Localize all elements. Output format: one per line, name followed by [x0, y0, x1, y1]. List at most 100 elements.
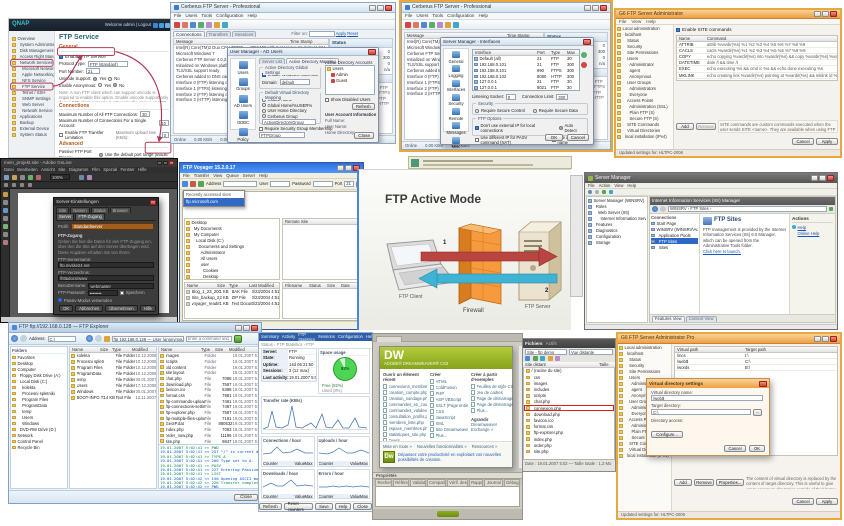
resize-grip[interactable]	[437, 511, 459, 517]
tree-item[interactable]: Floppy Disk Drive (A:)	[12, 372, 66, 378]
properties-tab[interactable]: Propriétés	[376, 473, 397, 478]
col-message[interactable]: Message	[174, 39, 290, 44]
radio[interactable]	[262, 109, 266, 113]
results-tab[interactable]: Référence	[393, 479, 409, 485]
forward-icon[interactable]	[595, 190, 599, 194]
delete-icon[interactable]	[413, 22, 419, 28]
menu-item[interactable]: Site	[58, 167, 65, 172]
browse-button[interactable]: ...	[753, 409, 762, 416]
users-icon[interactable]	[190, 22, 196, 28]
tab-transfers[interactable]: Transfers	[206, 31, 231, 37]
close-button[interactable]: Close	[234, 494, 258, 501]
anon-yes-radio[interactable]	[98, 83, 102, 87]
dialog-tab[interactable]: Server	[56, 213, 74, 219]
minimize-button[interactable]	[369, 5, 376, 11]
maximize-button[interactable]	[345, 165, 352, 171]
results-tab[interactable]: Validation	[410, 479, 426, 485]
launch-link[interactable]: Click here to launch.	[703, 249, 786, 254]
directory-input[interactable]: /httpdocs/www	[58, 275, 154, 281]
settings-icon[interactable]	[437, 22, 443, 28]
qnap-welcome[interactable]: Welcome admin | Logout	[105, 22, 151, 27]
address-input[interactable]	[223, 181, 257, 187]
apply-button[interactable]: Apply	[816, 138, 838, 145]
unicode-no-radio[interactable]	[108, 77, 112, 81]
account-row[interactable]: Guest	[326, 78, 374, 84]
col-type[interactable]: Type	[201, 347, 215, 352]
menu-item[interactable]: View	[614, 183, 623, 188]
tree-item[interactable]: Internet Information Services (IIS)	[588, 216, 646, 222]
interface-row[interactable]: 127.0.0.121FTP30	[473, 79, 579, 85]
filter-apply-link[interactable]: Apply	[336, 31, 346, 36]
help-icon[interactable]	[453, 22, 459, 28]
minimize-button[interactable]	[235, 325, 242, 331]
filter-input[interactable]	[309, 31, 335, 37]
close-dialog-button[interactable]: Close	[354, 132, 374, 139]
server-combo[interactable]: ftp 192.168.0.128 — User (anonymous), po…	[112, 336, 184, 342]
menu-item[interactable]: File	[588, 183, 595, 188]
interfaces-icon[interactable]	[429, 22, 435, 28]
interface-row[interactable]: 192.168.0.10121FTP300	[473, 62, 579, 68]
cancel-button[interactable]: Cancel	[792, 138, 814, 145]
add-button[interactable]: Add	[674, 479, 692, 486]
autodetect-radio[interactable]	[559, 126, 563, 130]
filter-reset-link[interactable]: Reset	[347, 31, 358, 36]
menu-file[interactable]: File	[619, 19, 626, 25]
maximize-button[interactable]	[822, 11, 829, 17]
refresh-icon[interactable]	[829, 207, 833, 211]
col-size[interactable]: Taille	[599, 362, 615, 367]
menu-item[interactable]: Spezial	[103, 167, 117, 172]
col-modified[interactable]: Last Modified	[249, 283, 279, 288]
help-link[interactable]: Help	[798, 225, 807, 230]
remote-file-row[interactable]: old contentFolder19.01.2007 5:02:06	[159, 364, 259, 370]
create-item[interactable]: Plus...	[430, 432, 468, 438]
recent-item[interactable]: statistiques_site.php	[383, 432, 427, 438]
disconnect-icon[interactable]	[190, 181, 196, 187]
menu-help[interactable]: Help	[478, 13, 487, 19]
connect-icon[interactable]	[525, 356, 530, 361]
nav-link[interactable]: Summary	[261, 334, 279, 339]
recent-item[interactable]: creation_sondage.php	[383, 396, 427, 402]
remote-file-row[interactable]: index.phpFile708319.01.2007 5:02:06	[159, 427, 259, 433]
col-type[interactable]: Type	[551, 50, 567, 55]
menu-item[interactable]: Ansicht	[41, 167, 55, 172]
delete-icon[interactable]	[182, 22, 188, 28]
save-icon[interactable]	[20, 175, 25, 180]
help-icon[interactable]	[222, 22, 228, 28]
radio[interactable]	[262, 114, 266, 118]
maximize-button[interactable]	[819, 175, 826, 181]
recent-item[interactable]: commandes_en_cours.php	[383, 402, 427, 408]
nav-link[interactable]: Configuration	[338, 334, 363, 339]
port-input[interactable]	[344, 181, 354, 187]
file-row[interactable]: BOOT-INFO.TXT14 KBText File12.11.2007	[70, 395, 156, 401]
file-row[interactable]: voyager_readme.txt1 KBText Document3/23/…	[185, 301, 279, 307]
sidebar-item[interactable]: System Status	[9, 132, 54, 138]
remote-file-row[interactable]: chat.phpFile708819.01.2007 5:02:06	[159, 376, 259, 382]
help-icon[interactable]	[609, 190, 613, 194]
create-item[interactable]: XSLT (Page entière)	[430, 402, 468, 408]
results-tab[interactable]: Recherche	[375, 479, 392, 485]
menu-configuration[interactable]: Configuration	[447, 13, 474, 19]
report-icon[interactable]	[214, 22, 220, 28]
resources-link[interactable]: Ressources »	[472, 444, 498, 449]
menu-item[interactable]: Bearbeiten	[17, 167, 37, 172]
remote-file-row[interactable]: download.phpFile758719.01.2007 5:02:06	[159, 381, 259, 387]
bold-icon[interactable]	[12, 183, 16, 187]
minimize-button[interactable]	[337, 165, 344, 171]
tree-item[interactable]: local installation (IPv4)	[617, 134, 672, 140]
nav-item[interactable]: Remote	[444, 108, 468, 121]
tab-server-list[interactable]: Server List	[259, 58, 285, 64]
table-tool-icon[interactable]	[3, 216, 8, 221]
sample-item[interactable]: Page de démarrage (Thèmes)	[471, 396, 513, 402]
restart-icon[interactable]	[159, 23, 164, 28]
nav-item[interactable]: ODBC	[231, 111, 255, 125]
menu-users[interactable]: Users	[185, 13, 197, 19]
col-date[interactable]: Date	[341, 283, 358, 288]
nav-item[interactable]: Logging	[444, 65, 468, 78]
col-command[interactable]: Command	[707, 36, 837, 41]
remote-file-row[interactable]: ftp-commands-upload-download.phpFile7461…	[159, 399, 259, 405]
menu-item[interactable]: File	[183, 173, 190, 178]
nav-item[interactable]: General	[444, 51, 468, 64]
sample-item[interactable]: Feuilles de style CSS	[471, 384, 513, 390]
col-type[interactable]: Type	[112, 347, 132, 352]
image-tool-icon[interactable]	[3, 208, 8, 213]
